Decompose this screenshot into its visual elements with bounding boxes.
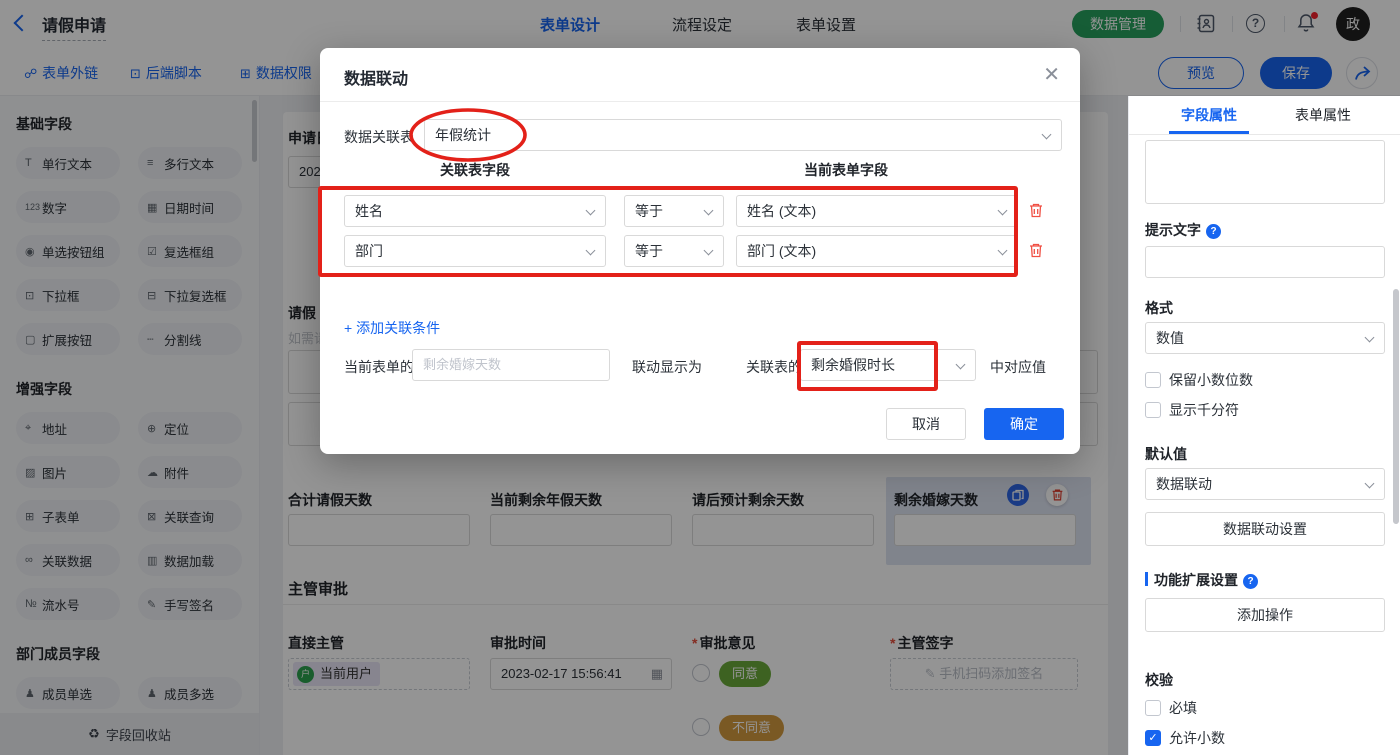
cancel-button[interactable]: 取消 <box>886 408 966 440</box>
section-accent-bar <box>1145 572 1148 586</box>
relation-table-label: 数据关联表 <box>344 129 414 145</box>
validation-label: 校验 <box>1145 672 1173 688</box>
tab-field-properties[interactable]: 字段属性 <box>1169 96 1249 134</box>
hint-text-label: 提示文字 <box>1145 220 1221 240</box>
modal-title: 数据联动 <box>344 71 409 88</box>
chevron-down-icon <box>1364 478 1375 489</box>
relation-table-select[interactable]: 年假统计 <box>424 119 1062 151</box>
allow-decimal-option[interactable]: 允许小数 <box>1145 728 1225 748</box>
checkbox-icon <box>1145 700 1161 716</box>
keep-decimal-option[interactable]: 保留小数位数 <box>1145 370 1253 390</box>
chevron-down-icon <box>585 205 596 216</box>
required-option[interactable]: 必填 <box>1145 698 1197 718</box>
format-label: 格式 <box>1145 300 1173 316</box>
help-icon[interactable] <box>1243 574 1258 589</box>
panel-scrollbar[interactable] <box>1393 289 1399 524</box>
add-condition-link[interactable]: + 添加关联条件 <box>344 318 440 338</box>
hint-text-input[interactable] <box>1145 246 1385 278</box>
current-field-input[interactable]: 剩余婚嫁天数 <box>412 349 610 381</box>
trash-icon <box>1030 203 1042 218</box>
data-linkage-settings-button[interactable]: 数据联动设置 <box>1145 512 1385 546</box>
condition-1-field-select[interactable]: 姓名 <box>344 195 606 227</box>
related-field-select[interactable]: 剩余婚假时长 <box>800 349 976 381</box>
default-value-label: 默认值 <box>1145 446 1187 462</box>
condition-1-form-field-select[interactable]: 姓名 (文本) <box>736 195 1018 227</box>
chevron-down-icon <box>703 245 714 256</box>
condition-2-operator-select[interactable]: 等于 <box>624 235 724 267</box>
condition-2-delete-button[interactable] <box>1028 242 1044 264</box>
format-select[interactable]: 数值 <box>1145 322 1385 354</box>
close-icon[interactable]: ✕ <box>1043 62 1060 87</box>
chevron-down-icon <box>955 359 966 370</box>
column-header-relation-fields: 关联表字段 <box>440 162 510 178</box>
column-header-form-fields: 当前表单字段 <box>804 162 888 178</box>
checkbox-icon <box>1145 372 1161 388</box>
help-icon[interactable] <box>1206 224 1221 239</box>
checkbox-checked-icon <box>1145 730 1161 746</box>
default-value-select[interactable]: 数据联动 <box>1145 468 1385 500</box>
checkbox-icon <box>1145 402 1161 418</box>
mapping-prefix-label: 当前表单的 <box>344 359 414 375</box>
condition-1-operator-select[interactable]: 等于 <box>624 195 724 227</box>
condition-1-delete-button[interactable] <box>1028 202 1044 224</box>
description-textarea[interactable] <box>1145 140 1385 204</box>
property-panel: 字段属性 表单属性 提示文字 格式 数值 保留小数位数 显示千分符 默认值 数据… <box>1128 96 1400 755</box>
modal-header: 数据联动 ✕ <box>320 48 1080 102</box>
mapping-middle-label: 联动显示为 <box>632 359 702 375</box>
thousand-separator-option[interactable]: 显示千分符 <box>1145 400 1239 420</box>
tab-divider <box>1129 134 1400 135</box>
condition-2-field-select[interactable]: 部门 <box>344 235 606 267</box>
confirm-button[interactable]: 确定 <box>984 408 1064 440</box>
trash-icon <box>1030 243 1042 258</box>
chevron-down-icon <box>585 245 596 256</box>
extension-settings-label: 功能扩展设置 <box>1154 570 1258 590</box>
tab-form-properties[interactable]: 表单属性 <box>1283 96 1363 134</box>
chevron-down-icon <box>1041 129 1052 140</box>
chevron-down-icon <box>997 245 1008 256</box>
chevron-down-icon <box>703 205 714 216</box>
chevron-down-icon <box>1364 332 1375 343</box>
add-action-button[interactable]: 添加操作 <box>1145 598 1385 632</box>
data-linkage-modal: 数据联动 ✕ 数据关联表 年假统计 关联表字段 当前表单字段 姓名 等于 姓名 … <box>320 48 1080 454</box>
mapping-of-table-label: 关联表的 <box>746 359 802 375</box>
condition-2-form-field-select[interactable]: 部门 (文本) <box>736 235 1018 267</box>
chevron-down-icon <box>997 205 1008 216</box>
mapping-suffix-label: 中对应值 <box>990 359 1046 375</box>
